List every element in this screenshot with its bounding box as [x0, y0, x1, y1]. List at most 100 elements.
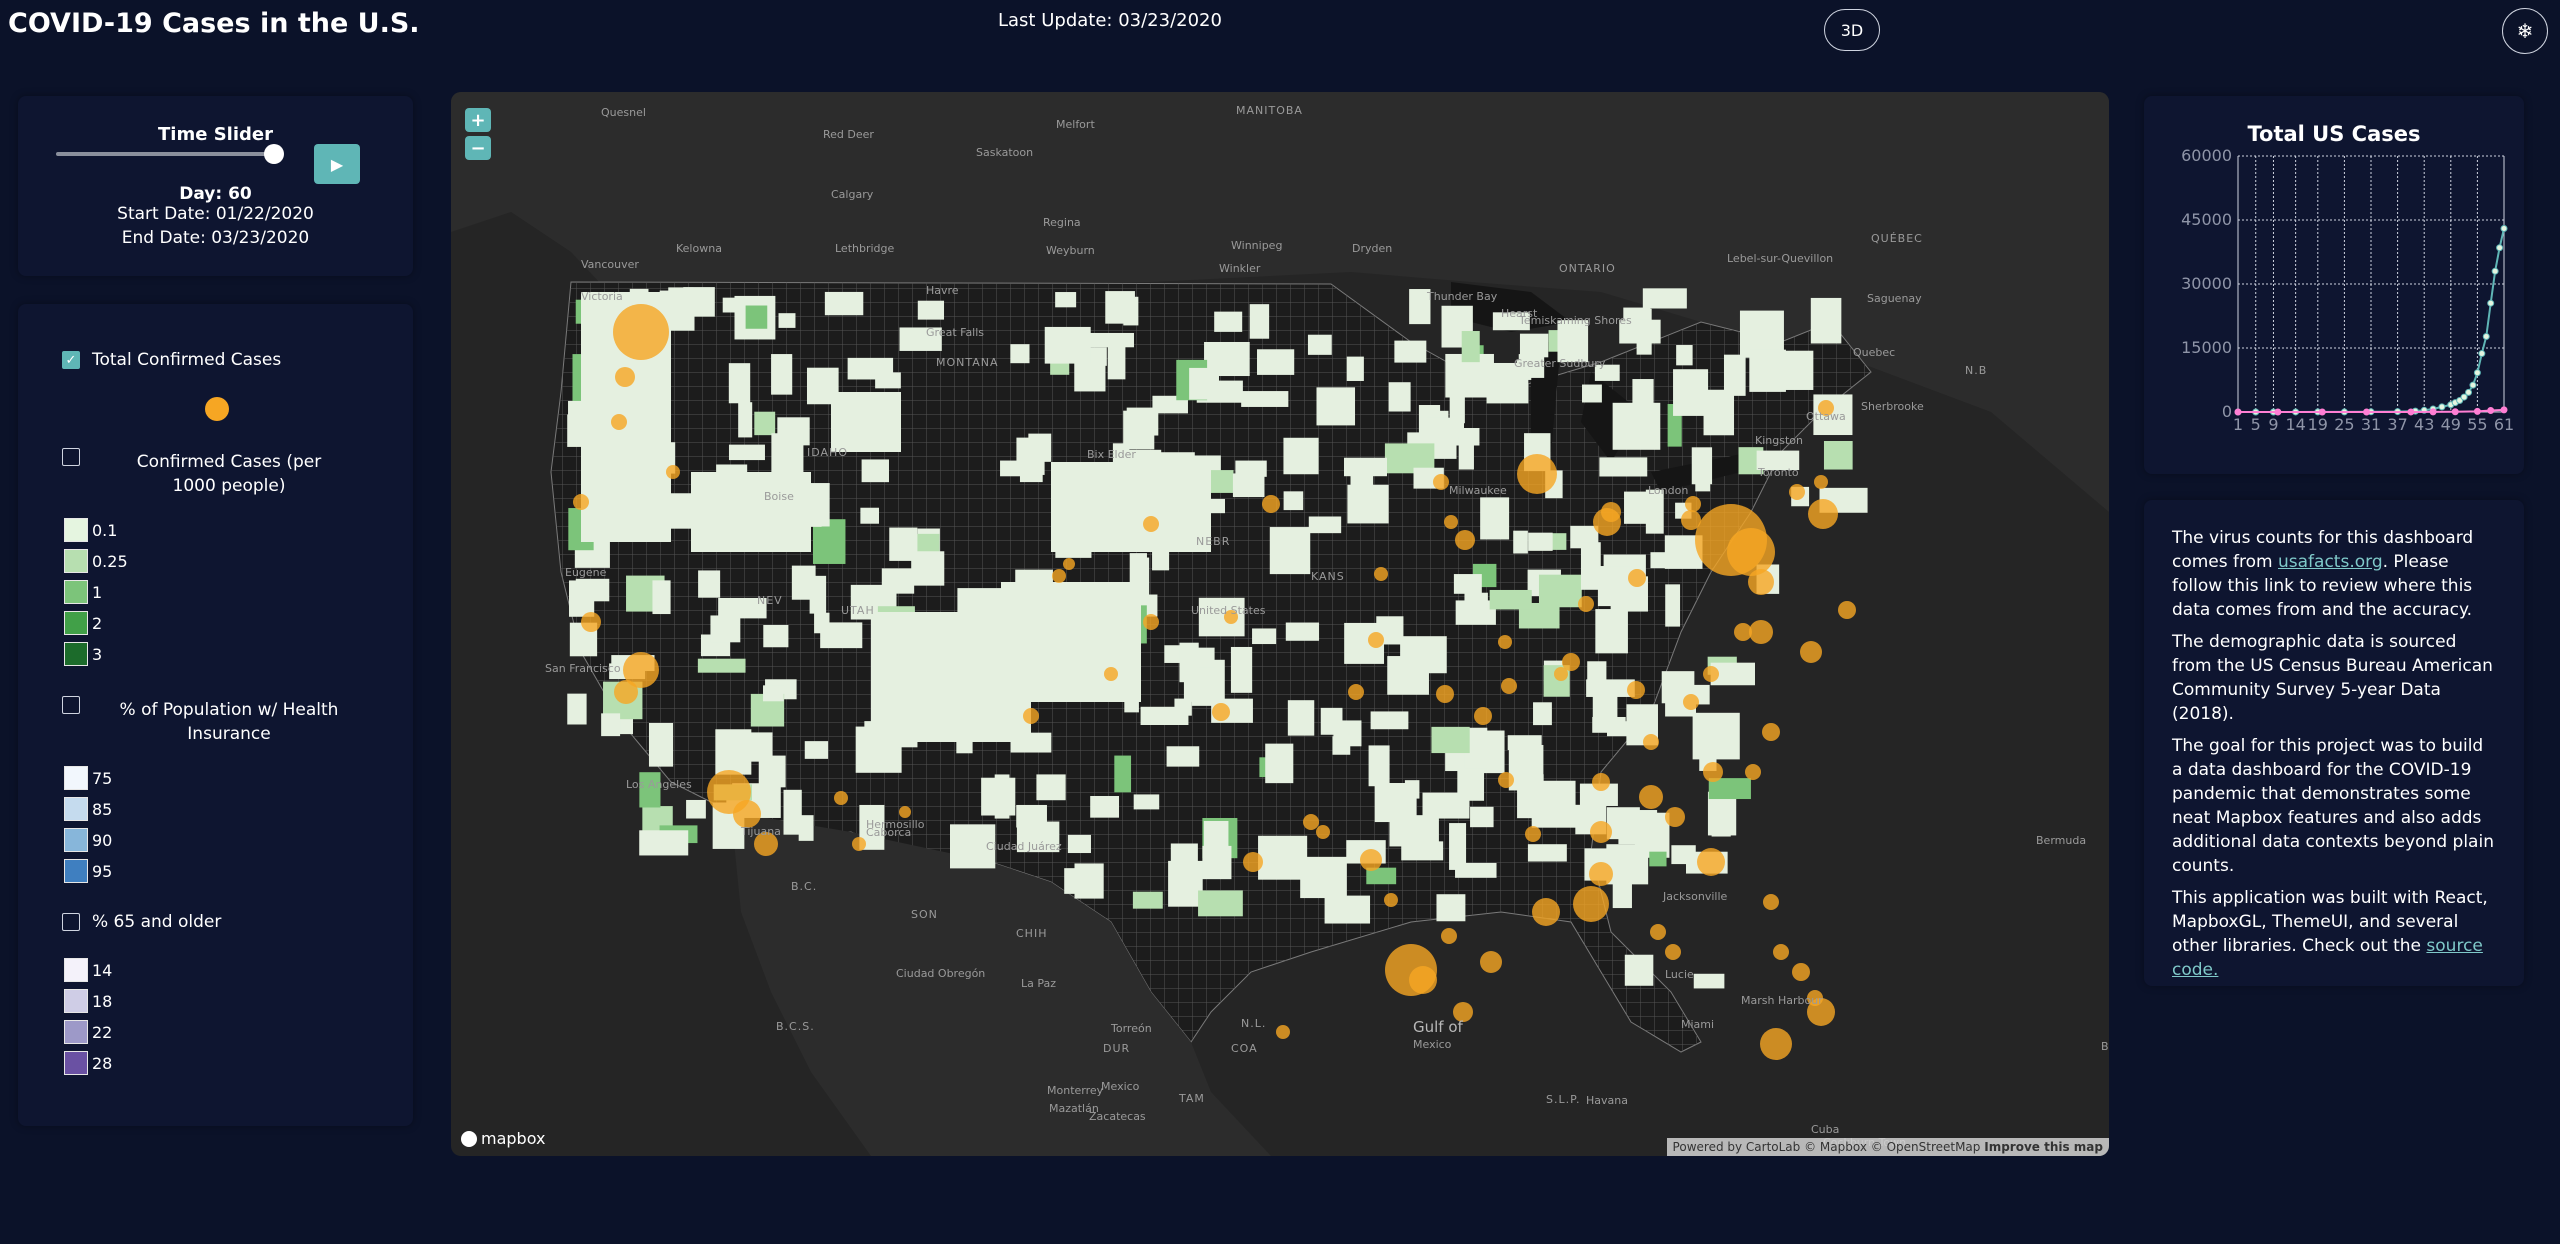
- map-label: Red Deer: [823, 128, 874, 141]
- mapbox-logo[interactable]: mapbox: [461, 1129, 545, 1148]
- map-label: Miami: [1681, 1018, 1715, 1031]
- per1000-label: Confirmed Cases (per 1000 people): [136, 452, 322, 496]
- map-label: London: [1648, 484, 1689, 497]
- theme-toggle-button[interactable]: ❄: [2502, 8, 2548, 54]
- county-fill: [1114, 755, 1132, 793]
- chart-point: [2500, 225, 2508, 233]
- case-bubble: [1501, 678, 1517, 694]
- map-label: UTAH: [841, 604, 875, 617]
- total-cases-toggle[interactable]: ✓ Total Confirmed Cases: [62, 350, 281, 370]
- county-fill: [1692, 712, 1740, 760]
- health-toggle[interactable]: [62, 696, 80, 714]
- county-fill: [1084, 332, 1134, 348]
- map-label: Kingston: [1755, 434, 1803, 447]
- county-fill: [810, 483, 830, 527]
- case-bubble: [1441, 928, 1457, 944]
- county-fill: [715, 729, 752, 775]
- case-bubble: [1745, 764, 1761, 780]
- county-fill: [1703, 389, 1735, 436]
- county-fill: [1810, 297, 1842, 344]
- older-toggle[interactable]: % 65 and older: [62, 912, 221, 932]
- map-label: SON: [911, 908, 938, 921]
- case-bubble: [1525, 826, 1541, 842]
- usafacts-link[interactable]: usafacts.org: [2278, 552, 2383, 572]
- county-fill: [1519, 333, 1549, 358]
- map-label: Milwaukee: [1449, 484, 1507, 497]
- zoom-in-button[interactable]: +: [465, 108, 491, 132]
- county-fill: [1823, 440, 1853, 470]
- case-bubble: [1814, 475, 1828, 489]
- map-label: B.C.S.: [776, 1020, 815, 1033]
- chart-y-tick-label: 60000: [2181, 146, 2232, 165]
- case-bubble: [1316, 825, 1330, 839]
- health-checkbox[interactable]: [62, 696, 80, 714]
- county-fill: [1632, 379, 1654, 407]
- per1000-swatch-color: [64, 580, 88, 604]
- per1000-toggle[interactable]: [62, 448, 80, 466]
- per1000-checkbox[interactable]: [62, 448, 80, 466]
- chart-point: [2465, 388, 2473, 396]
- case-bubble: [1578, 596, 1594, 612]
- county-fill: [1257, 349, 1295, 375]
- county-fill: [1140, 706, 1189, 725]
- older-swatch-color: [64, 1051, 88, 1075]
- time-slider-track[interactable]: [56, 152, 274, 156]
- map-label: Sherbrooke: [1861, 400, 1924, 413]
- about-text: The virus counts for this dashboard come…: [2172, 526, 2496, 990]
- map-label: San Francisco: [545, 662, 621, 675]
- zoom-out-button[interactable]: −: [465, 136, 491, 160]
- county-fill: [1230, 646, 1253, 693]
- map-attribution: Powered by CartoLab © Mapbox © OpenStree…: [1666, 1138, 2109, 1156]
- attribution-cartolab[interactable]: Powered by CartoLab: [1673, 1140, 1801, 1154]
- day-label: Day: 60: [179, 184, 252, 204]
- chart-point: [2487, 299, 2495, 307]
- chart-point: [2363, 408, 2371, 416]
- case-bubble: [1368, 632, 1384, 648]
- improve-map-link[interactable]: Improve this map: [1984, 1140, 2103, 1154]
- map-label: Zacatecas: [1089, 1110, 1146, 1123]
- map-label: Bix Elder: [1087, 448, 1136, 461]
- county-fill: [1387, 656, 1429, 695]
- health-swatch-3: 95: [64, 859, 112, 883]
- older-checkbox[interactable]: [62, 913, 80, 931]
- county-fill: [1612, 402, 1661, 450]
- case-bubble: [1838, 601, 1856, 619]
- attribution-mapbox-osm[interactable]: © Mapbox © OpenStreetMap: [1804, 1140, 1980, 1154]
- case-bubble: [1554, 667, 1568, 681]
- county-fill: [1001, 582, 1141, 702]
- county-fill: [1394, 340, 1427, 363]
- map-label: B.C.: [791, 880, 818, 893]
- case-bubble: [852, 837, 866, 851]
- chart-x-tick-label: 19: [2308, 415, 2328, 434]
- health-swatch-label: 95: [92, 861, 113, 881]
- case-bubble: [1727, 528, 1775, 576]
- case-bubble: [1143, 516, 1159, 532]
- county-fill: [804, 741, 829, 759]
- county-fill: [917, 300, 945, 320]
- older-swatch-color: [64, 1020, 88, 1044]
- county-fill: [783, 789, 802, 835]
- county-fill: [710, 615, 741, 643]
- total-cases-dot-swatch: [205, 397, 229, 421]
- case-bubble: [1433, 474, 1449, 490]
- total-cases-checkbox[interactable]: ✓: [62, 351, 80, 369]
- county-fill: [1449, 393, 1465, 424]
- map-label: QUÉBEC: [1871, 232, 1923, 245]
- time-slider-thumb[interactable]: [264, 144, 284, 164]
- county-fill: [1649, 851, 1667, 867]
- toggle-3d-button[interactable]: 3D: [1824, 9, 1880, 51]
- map-label: Temiskaming Shores: [1519, 314, 1632, 327]
- page-title: COVID-19 Cases in the U.S.: [8, 8, 420, 39]
- county-fill: [1642, 288, 1687, 309]
- county-fill: [913, 533, 940, 554]
- older-swatch-label: 18: [92, 991, 113, 1011]
- about-paragraph-2: The demographic data is sourced from the…: [2172, 632, 2493, 724]
- top-bar: COVID-19 Cases in the U.S. Last Update: …: [0, 0, 2560, 80]
- case-bubble: [666, 465, 680, 479]
- map-label: IDAHO: [807, 446, 848, 459]
- map-canvas[interactable]: + − Quesnel Red Deer Calgary Kelowna Vancouv…: [451, 92, 2109, 1156]
- county-fill: [824, 291, 864, 316]
- county-fill: [652, 580, 671, 615]
- chart-y-tick-label: 15000: [2181, 338, 2232, 357]
- play-button[interactable]: ▶: [314, 144, 360, 184]
